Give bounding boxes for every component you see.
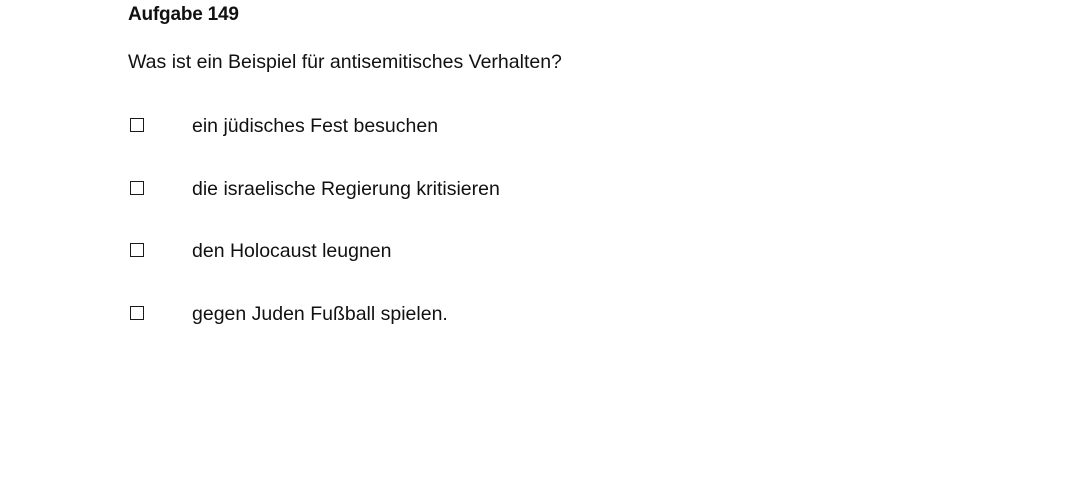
answer-option-label: ein jüdisches Fest besuchen [192, 115, 439, 137]
answer-option-label: die israelische Regierung kritisieren [192, 177, 500, 200]
answer-option-label: gegen Juden Fußball spielen. [192, 302, 448, 325]
answer-option-label: den Holocaust leugnen [192, 240, 392, 262]
checkbox-icon[interactable] [130, 305, 144, 320]
checkbox-icon[interactable] [130, 243, 144, 257]
task-title: Aufgabe 149 [128, 4, 239, 25]
checkbox-icon[interactable] [130, 180, 144, 195]
checkbox-icon[interactable] [130, 118, 144, 132]
document-page: Aufgabe 149 Was ist ein Beispiel für ant… [0, 0, 1072, 499]
question-text: Was ist ein Beispiel für antisemitisches… [128, 51, 562, 73]
